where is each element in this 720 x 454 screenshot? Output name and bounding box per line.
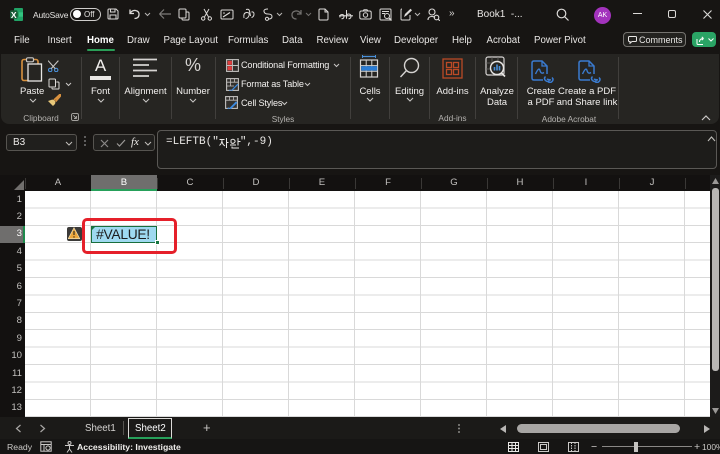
svg-text:X: X xyxy=(11,10,17,20)
